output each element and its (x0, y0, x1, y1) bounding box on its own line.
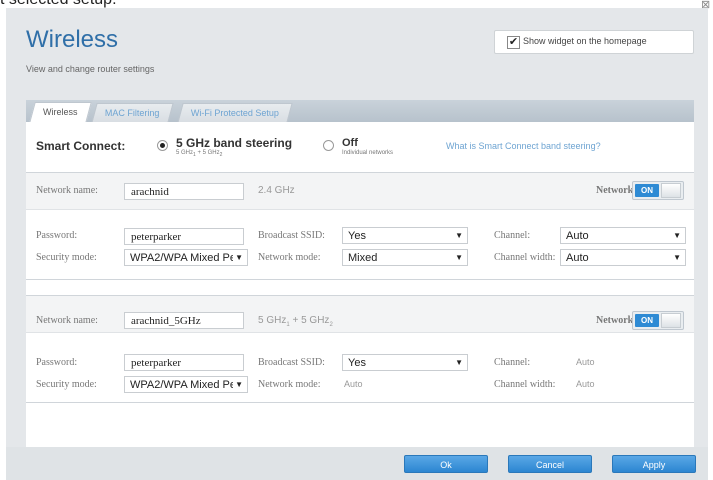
band-label: 5 GHz1 + 5 GHz2 (258, 315, 333, 328)
broadcast-ssid-label: Broadcast SSID: (258, 357, 325, 368)
apply-button[interactable]: Apply (612, 455, 696, 473)
smart-connect-label: Smart Connect: (36, 139, 126, 153)
security-mode-label: Security mode: (36, 252, 97, 263)
network-mode-select[interactable]: Mixed ▼ (342, 249, 468, 266)
password-input[interactable]: peterparker (124, 228, 244, 245)
chevron-down-icon: ▼ (455, 253, 463, 262)
chevron-down-icon: ▼ (233, 377, 243, 392)
channel-label: Channel: (494, 230, 531, 241)
channel-width-label: Channel width: (494, 252, 556, 263)
network-toggle[interactable]: ON (632, 311, 684, 330)
cut-off-heading: t selected setup. (0, 0, 713, 8)
network-toggle-label: Network: (596, 185, 637, 196)
channel-label: Channel: (494, 357, 531, 368)
chevron-down-icon: ▼ (455, 358, 463, 367)
toggle-knob (661, 183, 681, 198)
smart-connect-off-label: Off (342, 137, 358, 149)
broadcast-ssid-select[interactable]: Yes ▼ (342, 227, 468, 244)
band-steering-radio[interactable] (157, 140, 168, 151)
channel-width-select[interactable]: Auto ▼ (560, 249, 686, 266)
band-steering-label: 5 GHz band steering (176, 136, 293, 150)
chevron-down-icon: ▼ (455, 231, 463, 240)
network-mode-label: Network mode: (258, 379, 321, 390)
show-widget-option[interactable]: ✔ Show widget on the homepage (494, 30, 694, 54)
tab-mac-filtering[interactable]: MAC Filtering (91, 103, 174, 123)
security-mode-select[interactable]: WPA2/WPA Mixed Pe ▼ (124, 249, 248, 266)
toggle-on-label: ON (635, 184, 659, 197)
page-title: Wireless (26, 26, 119, 53)
tab-wifi-protected-setup[interactable]: Wi-Fi Protected Setup (177, 103, 293, 123)
network-mode-label: Network mode: (258, 252, 321, 263)
chevron-down-icon: ▼ (233, 250, 243, 265)
network-name-input[interactable]: arachnid (124, 183, 244, 200)
broadcast-ssid-select[interactable]: Yes ▼ (342, 354, 468, 371)
toggle-knob (661, 313, 681, 328)
chevron-down-icon: ▼ (673, 231, 681, 240)
network-name-label: Network name: (36, 185, 98, 196)
broadcast-ssid-label: Broadcast SSID: (258, 230, 325, 241)
channel-width-label: Channel width: (494, 379, 556, 390)
band-label: 2.4 GHz (258, 185, 295, 196)
smart-connect-help-link[interactable]: What is Smart Connect band steering? (446, 141, 601, 151)
tab-bar: Wireless MAC Filtering Wi-Fi Protected S… (26, 100, 694, 123)
network-toggle-label: Network: (596, 315, 637, 326)
tab-wireless[interactable]: Wireless (29, 102, 92, 123)
channel-width-value: Auto (576, 379, 595, 389)
security-mode-label: Security mode: (36, 379, 97, 390)
password-label: Password: (36, 230, 78, 241)
show-widget-checkbox[interactable]: ✔ (507, 36, 520, 49)
password-label: Password: (36, 357, 78, 368)
toggle-on-label: ON (635, 314, 659, 327)
band-steering-sublabel: 5 GHz1 + 5 GHz2 (176, 150, 223, 159)
chevron-down-icon: ▼ (673, 253, 681, 262)
network-name-label: Network name: (36, 315, 98, 326)
page-subtitle: View and change router settings (26, 64, 155, 74)
channel-select[interactable]: Auto ▼ (560, 227, 686, 244)
ok-button[interactable]: Ok (404, 455, 488, 473)
footer-bar (6, 447, 708, 480)
smart-connect-off-sublabel: Individual networks (342, 150, 394, 156)
channel-value: Auto (576, 357, 595, 367)
smart-connect-off-radio[interactable] (323, 140, 334, 151)
network-5ghz-section: Network name: arachnid_5GHz 5 GHz1 + 5 G… (26, 295, 694, 403)
cut-off-heading-text: t selected setup. (0, 0, 117, 8)
password-input[interactable]: peterparker (124, 354, 244, 371)
network-toggle[interactable]: ON (632, 181, 684, 200)
network-mode-value: Auto (344, 379, 363, 389)
security-mode-select[interactable]: WPA2/WPA Mixed Pe ▼ (124, 376, 248, 393)
show-widget-label: Show widget on the homepage (523, 36, 647, 46)
network-name-input[interactable]: arachnid_5GHz (124, 312, 244, 329)
cancel-button[interactable]: Cancel (508, 455, 592, 473)
network-24ghz-section: Network name: arachnid 2.4 GHz Network: … (26, 172, 694, 280)
